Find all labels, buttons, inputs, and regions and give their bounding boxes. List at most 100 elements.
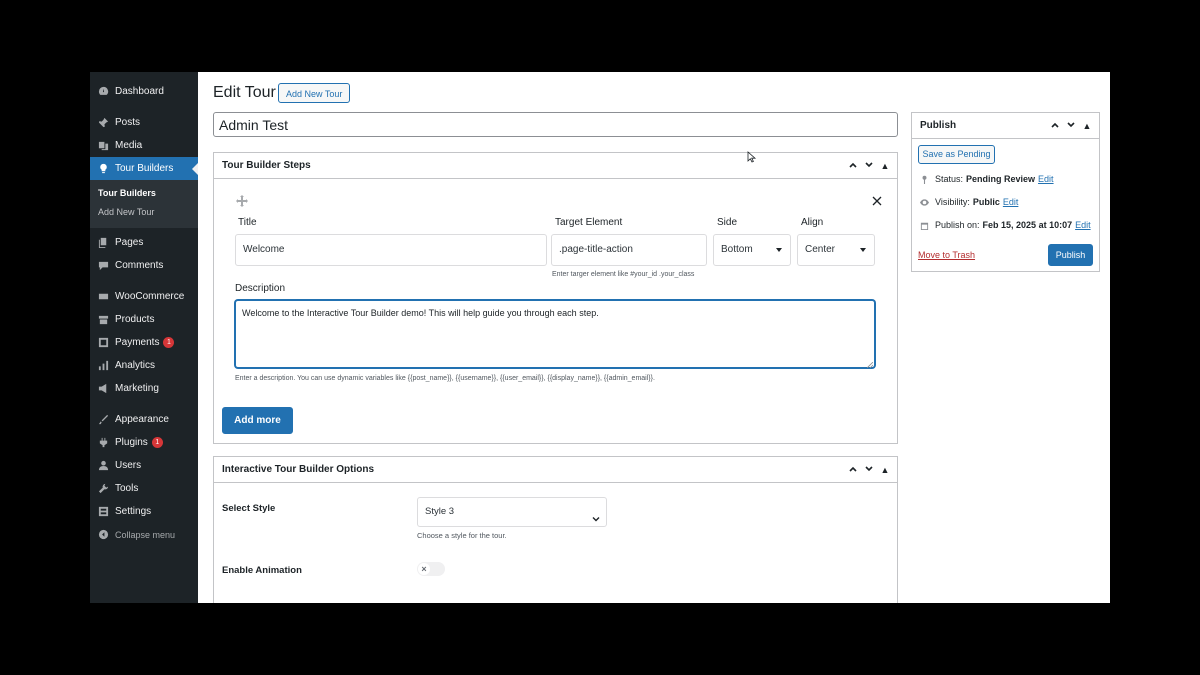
- step-title-label: Title: [238, 217, 257, 228]
- user-icon: [97, 460, 109, 472]
- sidebar-item-posts[interactable]: Posts: [90, 111, 198, 134]
- pin-icon: [920, 175, 930, 184]
- description-textarea[interactable]: Welcome to the Interactive Tour Builder …: [235, 300, 875, 369]
- sidebar-item-marketing[interactable]: Marketing: [90, 377, 198, 400]
- drag-handle-icon[interactable]: [236, 195, 248, 207]
- add-new-tour-button[interactable]: Add New Tour: [278, 83, 351, 103]
- move-up-icon[interactable]: [1047, 120, 1063, 132]
- visibility-value: Public: [972, 197, 1000, 207]
- side-select[interactable]: Bottom: [713, 234, 791, 266]
- toggle-panel-icon[interactable]: ▲: [877, 161, 893, 171]
- publish-on-label: Publish on:: [935, 220, 980, 230]
- sidebar-item-media[interactable]: Media: [90, 134, 198, 157]
- publish-box-header: Publish ▲: [912, 113, 1099, 139]
- enable-animation-toggle[interactable]: ×: [417, 562, 445, 576]
- bottom-letterbox: [90, 603, 1110, 624]
- woo-icon: [97, 291, 109, 303]
- dashboard-icon: [97, 86, 109, 98]
- move-down-icon[interactable]: [1063, 120, 1079, 132]
- side-select-value: Bottom: [721, 244, 753, 255]
- toggle-panel-icon[interactable]: ▲: [877, 465, 893, 475]
- sidebar-item-label: Posts: [115, 117, 141, 128]
- target-element-input[interactable]: .page-title-action: [551, 234, 707, 266]
- move-down-icon[interactable]: [861, 160, 877, 172]
- sidebar-item-label: Products: [115, 314, 155, 325]
- options-box-header: Interactive Tour Builder Options ▲: [214, 457, 897, 483]
- screen-frame: Dashboard Posts Media Tour Builders Tour…: [90, 50, 1110, 624]
- sidebar-item-tools[interactable]: Tools: [90, 477, 198, 500]
- pages-icon: [97, 237, 109, 249]
- page-title: Edit Tour: [213, 84, 276, 101]
- calendar-icon: [920, 221, 930, 230]
- publish-box-title: Publish: [920, 120, 957, 131]
- edit-publish-date-link[interactable]: Edit: [1075, 220, 1091, 230]
- sidebar-item-label: Media: [115, 140, 143, 151]
- options-box-title: Interactive Tour Builder Options: [222, 464, 375, 475]
- sidebar-item-label: Settings: [115, 506, 152, 517]
- media-icon: [97, 140, 109, 152]
- edit-visibility-link[interactable]: Edit: [1003, 197, 1019, 207]
- move-down-icon[interactable]: [861, 464, 877, 476]
- sidebar-item-pages[interactable]: Pages: [90, 231, 198, 254]
- select-style-dropdown[interactable]: Style 3: [417, 497, 607, 527]
- sidebar-item-label: Analytics: [115, 360, 156, 371]
- collapse-menu-button[interactable]: Collapse menu: [90, 523, 198, 546]
- align-select[interactable]: Center: [797, 234, 875, 266]
- move-up-icon[interactable]: [845, 464, 861, 476]
- sidebar-item-appearance[interactable]: Appearance: [90, 408, 198, 431]
- sidebar-item-analytics[interactable]: Analytics: [90, 354, 198, 377]
- select-style-label: Select Style: [222, 503, 276, 514]
- sidebar-item-users[interactable]: Users: [90, 454, 198, 477]
- chevron-down-icon: [860, 248, 866, 252]
- status-label: Status:: [935, 174, 964, 184]
- steps-box-title: Tour Builder Steps: [222, 160, 311, 171]
- move-up-icon[interactable]: [845, 160, 861, 172]
- move-to-trash-link[interactable]: Move to Trash: [918, 250, 975, 260]
- description-hint: Enter a description. You can use dynamic…: [235, 375, 655, 382]
- side-label: Side: [717, 217, 738, 228]
- lightbulb-icon: [97, 163, 109, 175]
- settings-icon: [97, 506, 109, 518]
- publish-button[interactable]: Publish: [1048, 244, 1093, 266]
- edit-status-link[interactable]: Edit: [1038, 174, 1054, 184]
- publish-on-value: Feb 15, 2025 at 10:07: [982, 220, 1073, 230]
- sidebar-item-tour-builders[interactable]: Tour Builders: [90, 157, 198, 180]
- sidebar-item-label: Marketing: [115, 383, 159, 394]
- post-title-input[interactable]: [213, 112, 898, 137]
- publish-box: Publish ▲ Save as Pending Status: Pendin…: [911, 112, 1100, 272]
- enable-animation-label: Enable Animation: [222, 565, 302, 576]
- align-select-value: Center: [805, 244, 836, 255]
- plugins-badge: 1: [151, 437, 163, 448]
- sidebar-item-comments[interactable]: Comments: [90, 254, 198, 277]
- add-more-button[interactable]: Add more: [222, 407, 293, 434]
- sidebar-item-woocommerce[interactable]: WooCommerce: [90, 285, 198, 308]
- toggle-panel-icon[interactable]: ▲: [1079, 121, 1095, 131]
- eye-icon: [920, 198, 930, 207]
- select-style-value: Style 3: [425, 506, 455, 517]
- visibility-label: Visibility:: [935, 197, 970, 207]
- submenu-item-tour-builders[interactable]: Tour Builders: [90, 184, 198, 203]
- remove-step-icon[interactable]: [872, 196, 882, 206]
- payments-icon: [97, 337, 109, 349]
- pin-icon: [97, 117, 109, 129]
- sidebar-item-settings[interactable]: Settings: [90, 500, 198, 523]
- sidebar-item-label: Tools: [115, 483, 139, 494]
- submenu-item-add-new-tour[interactable]: Add New Tour: [90, 203, 198, 222]
- sidebar-item-payments[interactable]: Payments 1: [90, 331, 198, 354]
- visibility-row: Visibility: Public Edit: [920, 197, 1018, 207]
- sidebar-item-dashboard[interactable]: Dashboard: [90, 80, 198, 103]
- products-icon: [97, 314, 109, 326]
- comment-icon: [97, 260, 109, 272]
- chevron-down-icon: [776, 248, 782, 252]
- collapse-menu-label: Collapse menu: [115, 529, 176, 540]
- sidebar-item-products[interactable]: Products: [90, 308, 198, 331]
- step-title-input[interactable]: Welcome: [235, 234, 547, 266]
- resize-grip-icon[interactable]: [866, 360, 874, 369]
- main-content: Edit Tour Add New Tour Tour Builder Step…: [198, 72, 1110, 603]
- select-style-hint: Choose a style for the tour.: [417, 531, 507, 540]
- megaphone-icon: [97, 383, 109, 395]
- sidebar-item-plugins[interactable]: Plugins 1: [90, 431, 198, 454]
- status-row: Status: Pending Review Edit: [920, 174, 1054, 184]
- steps-box-header: Tour Builder Steps ▲: [214, 153, 897, 179]
- save-as-pending-button[interactable]: Save as Pending: [918, 145, 995, 164]
